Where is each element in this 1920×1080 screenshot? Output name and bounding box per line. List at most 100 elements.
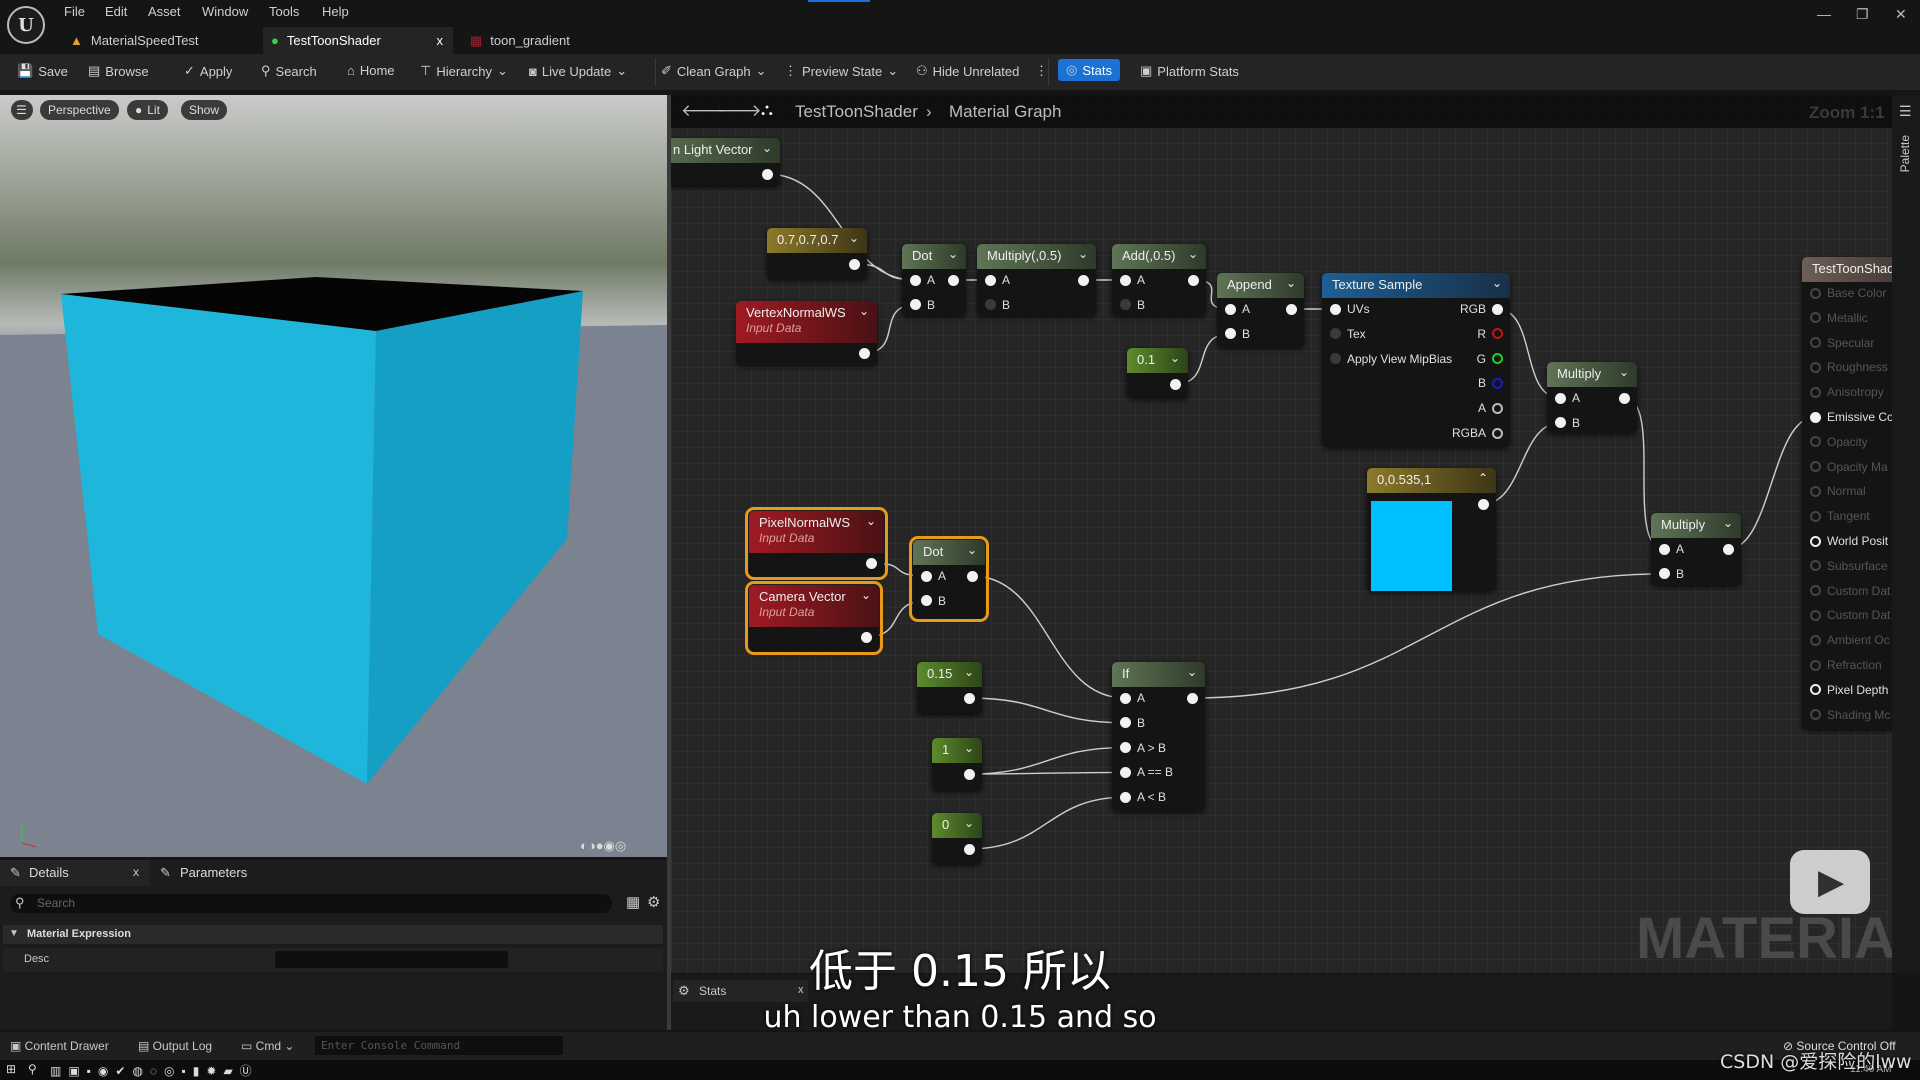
node-c1[interactable]: 1 ⌄	[932, 738, 982, 790]
node-header[interactable]: Multiply(,0.5) ⌄	[977, 244, 1096, 269]
node-vnorm[interactable]: VertexNormalWS Input Data ⌄	[736, 301, 877, 365]
input-pin[interactable]	[920, 595, 932, 607]
output-pin[interactable]	[1722, 543, 1734, 555]
output-pin[interactable]	[848, 258, 860, 270]
input-pin[interactable]	[1329, 328, 1341, 340]
output-pin[interactable]	[1187, 274, 1199, 286]
apply-button[interactable]: ✓ Apply	[184, 63, 232, 79]
input-pin[interactable]	[1809, 535, 1821, 547]
chevron-down-icon[interactable]: ⌄	[866, 514, 876, 528]
output-pin[interactable]	[1491, 303, 1503, 315]
input-pin[interactable]	[1809, 461, 1821, 473]
details-search-input[interactable]: ⚲ Search	[10, 894, 612, 913]
live-update-button[interactable]: ◙ Live Update ⌄	[529, 63, 627, 79]
output-pin[interactable]	[1491, 402, 1503, 414]
input-pin[interactable]	[1119, 692, 1131, 704]
menu-window[interactable]: Window	[202, 4, 248, 19]
input-pin[interactable]	[1119, 274, 1131, 286]
node-lightvec[interactable]: n Light Vector ⌄	[671, 138, 780, 186]
chevron-down-icon[interactable]: ⌄	[1078, 247, 1088, 261]
chevron-down-icon[interactable]: ⌄	[849, 231, 859, 245]
output-pin[interactable]	[966, 570, 978, 582]
node-dot2[interactable]: Dot ⌄ A B	[909, 536, 989, 622]
input-pin[interactable]	[1809, 287, 1821, 299]
node-header[interactable]: 0.7,0.7,0.7 ⌄	[767, 228, 867, 253]
input-pin[interactable]	[1658, 568, 1670, 580]
search-button[interactable]: ⚲ Search	[261, 63, 317, 79]
output-pin[interactable]	[865, 557, 877, 569]
node-header[interactable]: Append ⌄	[1217, 273, 1304, 298]
input-pin[interactable]	[1119, 299, 1131, 311]
chevron-down-icon[interactable]: ⌄	[1286, 276, 1296, 290]
node-mul05[interactable]: Multiply(,0.5) ⌄ A B	[977, 244, 1096, 316]
wire-c0-to-ifn[interactable]	[968, 796, 1126, 850]
save-button[interactable]: 💾 Save	[17, 63, 68, 79]
minimize-icon[interactable]: —	[1817, 6, 1831, 22]
input-pin[interactable]	[1658, 543, 1670, 555]
node-header[interactable]: VertexNormalWS Input Data ⌄	[736, 301, 877, 343]
breadcrumb-graph[interactable]: Material Graph	[949, 102, 1061, 122]
input-pin[interactable]	[909, 299, 921, 311]
wire-c015-to-ifn[interactable]	[968, 697, 1126, 724]
close-window-icon[interactable]: ✕	[1895, 6, 1907, 23]
chevron-down-icon[interactable]: ⌄	[964, 816, 974, 830]
show-button[interactable]: Show	[181, 100, 228, 120]
node-c01[interactable]: 0.1 ⌄	[1127, 348, 1188, 398]
node-add05[interactable]: Add(,0.5) ⌄ A B	[1112, 244, 1206, 316]
tab-material-speed-test[interactable]: ▲ MaterialSpeedTest	[62, 27, 252, 54]
input-pin[interactable]	[1809, 436, 1821, 448]
hide-unrelated-button[interactable]: ⚇ Hide Unrelated	[916, 63, 1019, 79]
node-header[interactable]: Camera Vector Input Data ⌄	[749, 585, 879, 627]
output-pin[interactable]	[1618, 392, 1630, 404]
output-pin[interactable]	[1491, 427, 1503, 439]
input-pin[interactable]	[1554, 392, 1566, 404]
chevron-down-icon[interactable]: ⌄	[1619, 365, 1629, 379]
preview-state-button[interactable]: ⋮ Preview State ⌄	[784, 63, 898, 79]
input-pin[interactable]	[1809, 634, 1821, 646]
chevron-down-icon[interactable]: ⌄	[1188, 247, 1198, 261]
preview-shape-buttons[interactable]: ◐◑●◉◎	[580, 838, 626, 854]
input-pin[interactable]	[1224, 303, 1236, 315]
forward-arrow-icon[interactable]: 🡒	[716, 101, 762, 121]
cmd-dropdown[interactable]: ▭ Cmd ⌄	[241, 1039, 294, 1053]
windows-start-icon[interactable]: ⊞	[6, 1062, 16, 1076]
menu-tools[interactable]: Tools	[269, 4, 299, 19]
menu-file[interactable]: File	[64, 4, 85, 19]
input-pin[interactable]	[1809, 485, 1821, 497]
more-options-icon[interactable]: ⋮	[1035, 63, 1048, 79]
output-pin[interactable]	[1491, 328, 1503, 340]
stats-button[interactable]: ◎ Stats	[1058, 59, 1120, 81]
input-pin[interactable]	[1809, 560, 1821, 572]
palette-strip[interactable]: ☰ Palette	[1892, 95, 1920, 973]
clean-graph-button[interactable]: ✐ Clean Graph ⌄	[661, 63, 767, 79]
output-pin[interactable]	[1285, 303, 1297, 315]
restore-icon[interactable]: ❐	[1856, 6, 1869, 23]
chevron-down-icon[interactable]: ⌄	[859, 304, 869, 318]
node-mul2[interactable]: Multiply ⌄ A B	[1651, 513, 1741, 585]
chevron-down-icon[interactable]: ⌄	[948, 247, 958, 261]
console-command-input[interactable]: Enter Console Command	[315, 1036, 563, 1055]
node-header[interactable]: TestToonShader	[1802, 257, 1892, 282]
lit-button[interactable]: ● Lit	[127, 100, 168, 120]
output-pin[interactable]	[858, 347, 870, 359]
node-header[interactable]: Add(,0.5) ⌄	[1112, 244, 1206, 269]
output-pin[interactable]	[1186, 692, 1198, 704]
output-pin[interactable]	[761, 168, 773, 180]
node-header[interactable]: Dot ⌄	[902, 244, 966, 269]
input-pin[interactable]	[1809, 361, 1821, 373]
preview-viewport[interactable]: ☰ Perspective ● Lit Show ◐◑●◉◎	[0, 95, 667, 857]
menu-asset[interactable]: Asset	[148, 4, 181, 19]
input-pin[interactable]	[1809, 312, 1821, 324]
input-pin[interactable]	[1329, 303, 1341, 315]
home-button[interactable]: ⌂ Home	[347, 63, 395, 78]
input-pin[interactable]	[1809, 609, 1821, 621]
node-result[interactable]: TestToonShader Base Color Metallic Specular…	[1802, 257, 1892, 729]
viewport-menu-button[interactable]: ☰	[11, 100, 33, 120]
tab-parameters[interactable]: ✎ Parameters	[160, 860, 290, 886]
node-header[interactable]: Multiply ⌄	[1547, 362, 1637, 387]
output-pin[interactable]	[860, 631, 872, 643]
input-pin[interactable]	[909, 274, 921, 286]
chevron-down-icon[interactable]: ⌄	[1723, 516, 1733, 530]
chevron-down-icon[interactable]: ⌄	[1187, 665, 1197, 679]
input-pin[interactable]	[1809, 386, 1821, 398]
